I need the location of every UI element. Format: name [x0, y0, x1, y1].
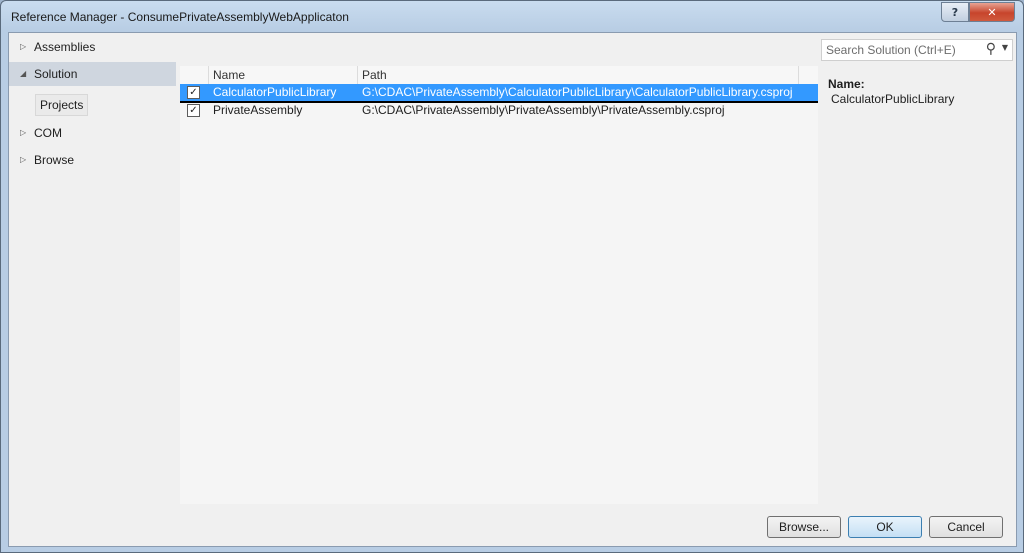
nav-item-solution[interactable]: ◢ Solution	[9, 62, 176, 86]
expand-arrow-icon[interactable]: ▷	[20, 121, 26, 145]
row-path: G:\CDAC\PrivateAssembly\PrivateAssembly\…	[362, 103, 725, 117]
project-list: Name Path ✓ CalculatorPublicLibrary G:\C…	[180, 66, 818, 504]
nav-item-com[interactable]: ▷ COM	[9, 121, 176, 145]
browse-button[interactable]: Browse...	[767, 516, 841, 538]
dropdown-arrow-icon[interactable]: ▼	[1002, 43, 1008, 52]
nav-item-label: Solution	[34, 67, 78, 81]
details-panel: Search Solution (Ctrl+E) ⚲ ▼ Name: Calcu…	[818, 33, 1016, 504]
window-title: Reference Manager - ConsumePrivateAssemb…	[11, 10, 349, 24]
nav-item-browse[interactable]: ▷ Browse	[9, 148, 176, 172]
nav-item-assemblies[interactable]: ▷ Assemblies	[9, 35, 176, 59]
name-label: Name:	[828, 77, 865, 91]
include-checkbox[interactable]: ✓	[187, 86, 200, 99]
title-bar[interactable]: Reference Manager - ConsumePrivateAssemb…	[1, 1, 1023, 33]
row-name: CalculatorPublicLibrary	[213, 85, 337, 99]
cancel-button[interactable]: Cancel	[929, 516, 1003, 538]
checkbox-column-header[interactable]	[180, 66, 209, 84]
reference-manager-window: Reference Manager - ConsumePrivateAssemb…	[0, 0, 1024, 553]
search-box[interactable]: Search Solution (Ctrl+E) ⚲ ▼	[821, 39, 1013, 61]
column-header-path[interactable]: Path	[358, 66, 799, 84]
include-checkbox[interactable]: ✓	[187, 104, 200, 117]
name-value: CalculatorPublicLibrary	[831, 92, 955, 106]
nav-item-label: COM	[34, 126, 62, 140]
list-header: Name Path	[180, 66, 818, 84]
help-button[interactable]: ?	[941, 2, 969, 22]
nav-item-projects[interactable]: Projects	[35, 94, 89, 116]
caption-buttons: ? ✕	[941, 2, 1015, 22]
dialog-footer: Browse... OK Cancel	[9, 504, 1016, 546]
search-input[interactable]: Search Solution (Ctrl+E)	[826, 43, 956, 57]
table-row[interactable]: ✓ CalculatorPublicLibrary G:\CDAC\Privat…	[180, 84, 818, 103]
table-row[interactable]: ✓ PrivateAssembly G:\CDAC\PrivateAssembl…	[180, 102, 818, 119]
nav-item-label: Browse	[34, 153, 75, 167]
nav-item-label: Assemblies	[34, 40, 96, 54]
dialog-client-area: ▷ Assemblies ◢ Solution Projects ▷ COM ▷…	[8, 32, 1017, 547]
expand-arrow-icon[interactable]: ▷	[20, 148, 26, 172]
search-icon[interactable]: ⚲	[986, 41, 996, 57]
expand-arrow-icon[interactable]: ▷	[20, 35, 26, 59]
row-path: G:\CDAC\PrivateAssembly\CalculatorPublic…	[362, 85, 793, 99]
ok-button[interactable]: OK	[848, 516, 922, 538]
collapse-arrow-icon[interactable]: ◢	[20, 62, 26, 86]
category-nav: ▷ Assemblies ◢ Solution Projects ▷ COM ▷…	[9, 33, 176, 543]
row-name: PrivateAssembly	[213, 103, 303, 117]
column-header-name[interactable]: Name	[209, 66, 358, 84]
close-button[interactable]: ✕	[969, 2, 1015, 22]
